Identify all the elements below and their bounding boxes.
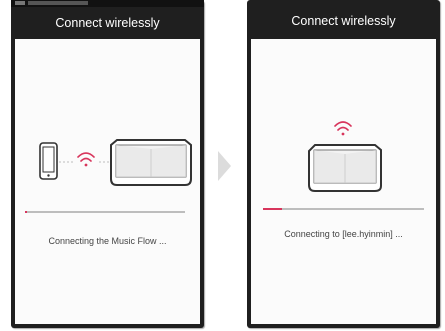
screen-title: Connect wirelessly xyxy=(291,14,396,28)
status-icons xyxy=(15,1,25,5)
status-text-blur xyxy=(28,1,88,5)
connection-illustration xyxy=(39,139,192,186)
wifi-icon xyxy=(334,121,352,136)
speaker-icon xyxy=(110,139,192,186)
progress-fill xyxy=(25,211,27,213)
connection-progress xyxy=(25,211,185,213)
step-1-screen: Connect wirelessly Connecting the Music … xyxy=(11,0,204,328)
status-bar xyxy=(11,0,204,7)
step-2-screen: Connect wirelessly Connecting to [lee.hy… xyxy=(247,0,440,328)
status-message: Connecting the Music Flow ... xyxy=(48,236,167,246)
content-area: Connecting the Music Flow ... xyxy=(15,39,200,324)
next-step-arrow-icon xyxy=(218,151,231,181)
wifi-icon xyxy=(77,152,95,167)
speaker-icon xyxy=(308,144,382,192)
content-area: Connecting to [lee.hyinmin] ... xyxy=(251,39,436,324)
phone-icon xyxy=(39,142,58,180)
progress-fill xyxy=(263,208,283,210)
status-message: Connecting to [lee.hyinmin] ... xyxy=(284,229,403,239)
connection-progress xyxy=(263,208,424,210)
screen-title: Connect wirelessly xyxy=(55,16,160,30)
